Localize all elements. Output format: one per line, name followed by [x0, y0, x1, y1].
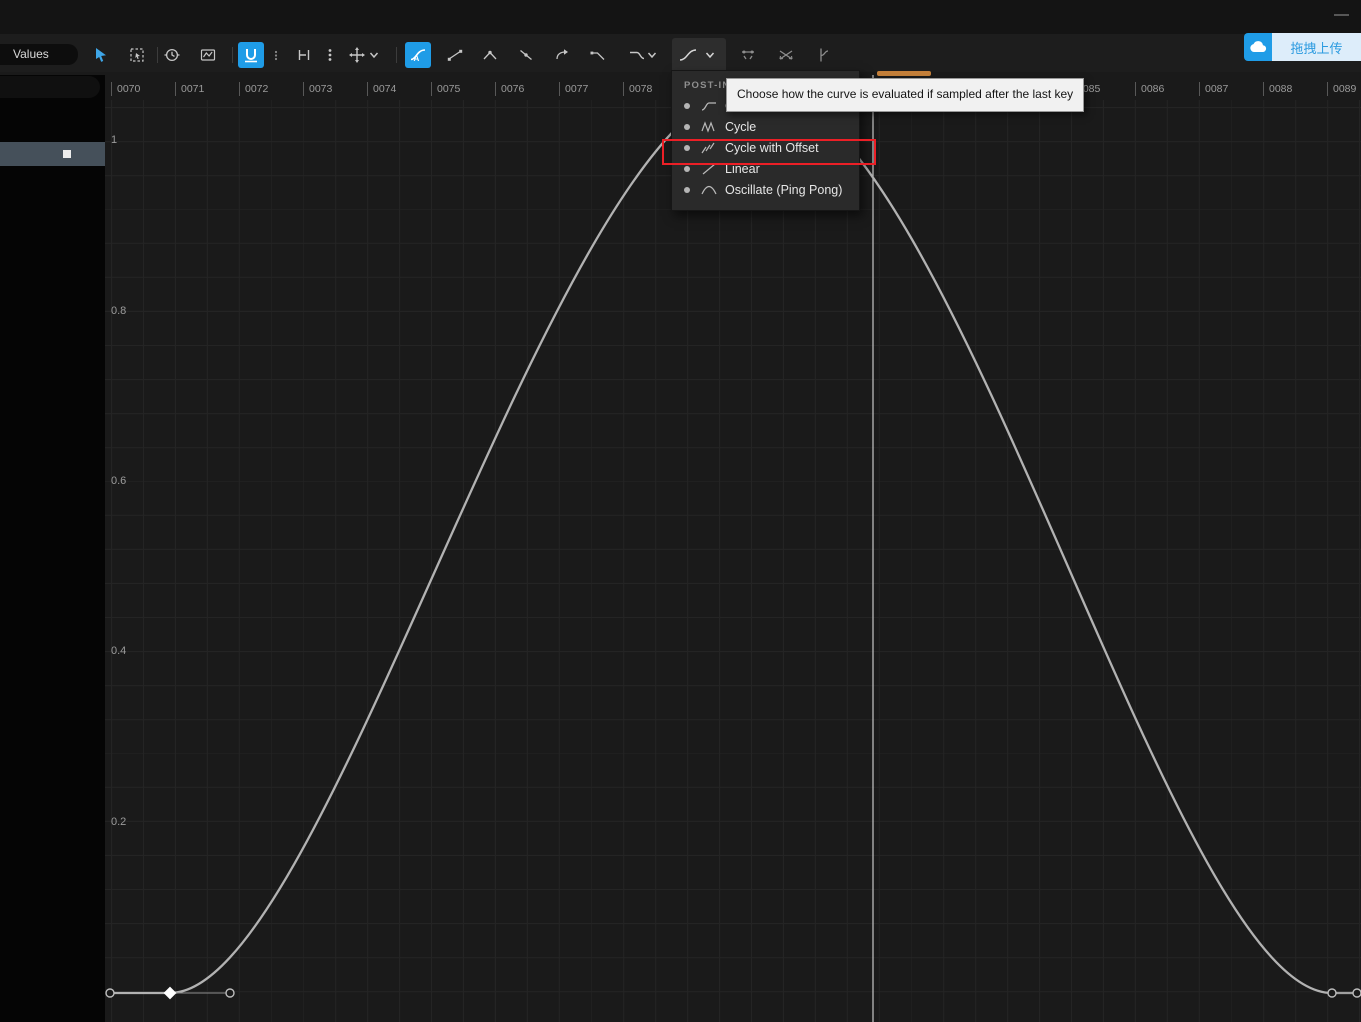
- tangent-step-icon: [553, 46, 571, 64]
- menu-item-label: Cycle: [725, 120, 756, 134]
- curve-editor-window: 0070007100720073007400750076007700780079…: [0, 0, 1361, 1022]
- frame-tick: 0075: [431, 82, 460, 96]
- crossed-arrows-icon: [777, 46, 795, 64]
- tracks-panel: [0, 75, 105, 1022]
- highlight-annotation: [662, 139, 876, 165]
- snap-keys-button[interactable]: [238, 42, 264, 68]
- keys-cross-button[interactable]: [773, 42, 799, 68]
- tangent-flatten-button[interactable]: [585, 42, 611, 68]
- toolbar: Values: [0, 34, 1361, 72]
- step-curve-button[interactable]: [809, 42, 835, 68]
- cycle-icon: [701, 121, 717, 133]
- curves-filter-button[interactable]: [195, 42, 221, 68]
- time-snap-button[interactable]: [159, 42, 185, 68]
- value-tick: 0.6: [111, 475, 126, 487]
- step-curve-icon: [813, 46, 831, 64]
- values-dropdown[interactable]: Values: [0, 44, 78, 65]
- frame-tick: 0088: [1263, 82, 1292, 96]
- value-tick: 0.8: [111, 305, 126, 317]
- tooltip-text: Choose how the curve is evaluated if sam…: [737, 87, 1073, 101]
- keys-converge-button[interactable]: [735, 42, 761, 68]
- radio-dot: [684, 166, 690, 172]
- svg-text:A: A: [414, 54, 420, 63]
- menu-item-oscillate[interactable]: Oscillate (Ping Pong): [672, 179, 859, 200]
- auto-tangent-button[interactable]: A: [405, 42, 431, 68]
- value-axis: 1 0.8 0.6 0.4 0.2: [105, 75, 165, 1022]
- tangent-flatten-icon: [589, 46, 607, 64]
- curves-filter-icon: [199, 46, 217, 64]
- keys-converge-icon: [739, 46, 757, 64]
- more-options-button[interactable]: [317, 42, 343, 68]
- toolbar-separator: [396, 47, 397, 63]
- upload-widget: 拖拽上传: [1244, 33, 1361, 61]
- pointer-icon: [92, 46, 110, 64]
- frame-tick: 0077: [559, 82, 588, 96]
- playback-range-marker: [877, 71, 931, 76]
- tangent-linear-button[interactable]: [513, 42, 539, 68]
- frame-tick: 0078: [623, 82, 652, 96]
- values-label: Values: [13, 47, 49, 61]
- pin-tangents-button[interactable]: [291, 42, 317, 68]
- filter-pill: [0, 76, 100, 98]
- snap-options-button[interactable]: [270, 42, 282, 68]
- tooltip: Choose how the curve is evaluated if sam…: [726, 78, 1084, 112]
- value-tick: 0.4: [111, 645, 126, 657]
- frame-tick: 0074: [367, 82, 396, 96]
- radio-dot: [684, 124, 690, 130]
- frame-tick: 0087: [1199, 82, 1228, 96]
- frame-tick: 0076: [495, 82, 524, 96]
- track-row-selected[interactable]: [0, 142, 105, 166]
- pin-icon: [295, 46, 313, 64]
- tangent-break-icon: [481, 46, 499, 64]
- pre-infinity-dropdown[interactable]: [644, 42, 660, 68]
- clock-icon: [163, 46, 181, 64]
- chevron-down-icon: [704, 49, 716, 61]
- tangent-auto-icon: A: [409, 46, 427, 64]
- move-tool-icon: [348, 46, 366, 64]
- curve-graph[interactable]: 0070007100720073007400750076007700780079…: [105, 75, 1361, 1022]
- snap-icon: [242, 46, 260, 64]
- post-infinity-curve-icon: [678, 46, 698, 64]
- ellipsis-icon: [321, 46, 339, 64]
- chevron-down-icon: [646, 49, 658, 61]
- tangent-step-button[interactable]: [549, 42, 575, 68]
- tangent-break-button[interactable]: [477, 42, 503, 68]
- menu-item-cycle[interactable]: Cycle: [672, 116, 859, 137]
- drag-upload-button[interactable]: 拖拽上传: [1272, 33, 1361, 61]
- constant-icon: [701, 100, 717, 112]
- radio-dot: [684, 103, 690, 109]
- frame-tick: 0071: [175, 82, 204, 96]
- frame-tick: 0089: [1327, 82, 1356, 96]
- tangent-linear-icon: [517, 46, 535, 64]
- toolbar-separator: [157, 47, 158, 63]
- frame-tick: 0073: [303, 82, 332, 96]
- cloud-sync-button[interactable]: [1244, 33, 1272, 61]
- menu-item-label: Oscillate (Ping Pong): [725, 183, 842, 197]
- frame-tick: 0072: [239, 82, 268, 96]
- mini-dots-icon: [272, 46, 280, 64]
- value-tick: 0.2: [111, 816, 126, 828]
- value-tick: 1: [111, 134, 117, 146]
- minimize-button[interactable]: —: [1334, 6, 1349, 23]
- marquee-select-icon: [128, 46, 146, 64]
- post-infinity-dropdown-button[interactable]: [672, 38, 726, 72]
- marquee-select-button[interactable]: [124, 42, 150, 68]
- tangent-smooth-button[interactable]: [442, 42, 468, 68]
- key-indicator: [63, 150, 71, 158]
- select-tool-button[interactable]: [88, 42, 114, 68]
- chevron-down-icon: [368, 49, 380, 61]
- tangent-smooth-icon: [446, 46, 464, 64]
- move-tool-dropdown[interactable]: [366, 42, 382, 68]
- oscillate-icon: [701, 184, 717, 196]
- radio-dot: [684, 187, 690, 193]
- title-bar: —: [0, 0, 1361, 34]
- toolbar-separator: [232, 47, 233, 63]
- cloud-upload-icon: [1249, 40, 1267, 54]
- frame-tick: 0086: [1135, 82, 1164, 96]
